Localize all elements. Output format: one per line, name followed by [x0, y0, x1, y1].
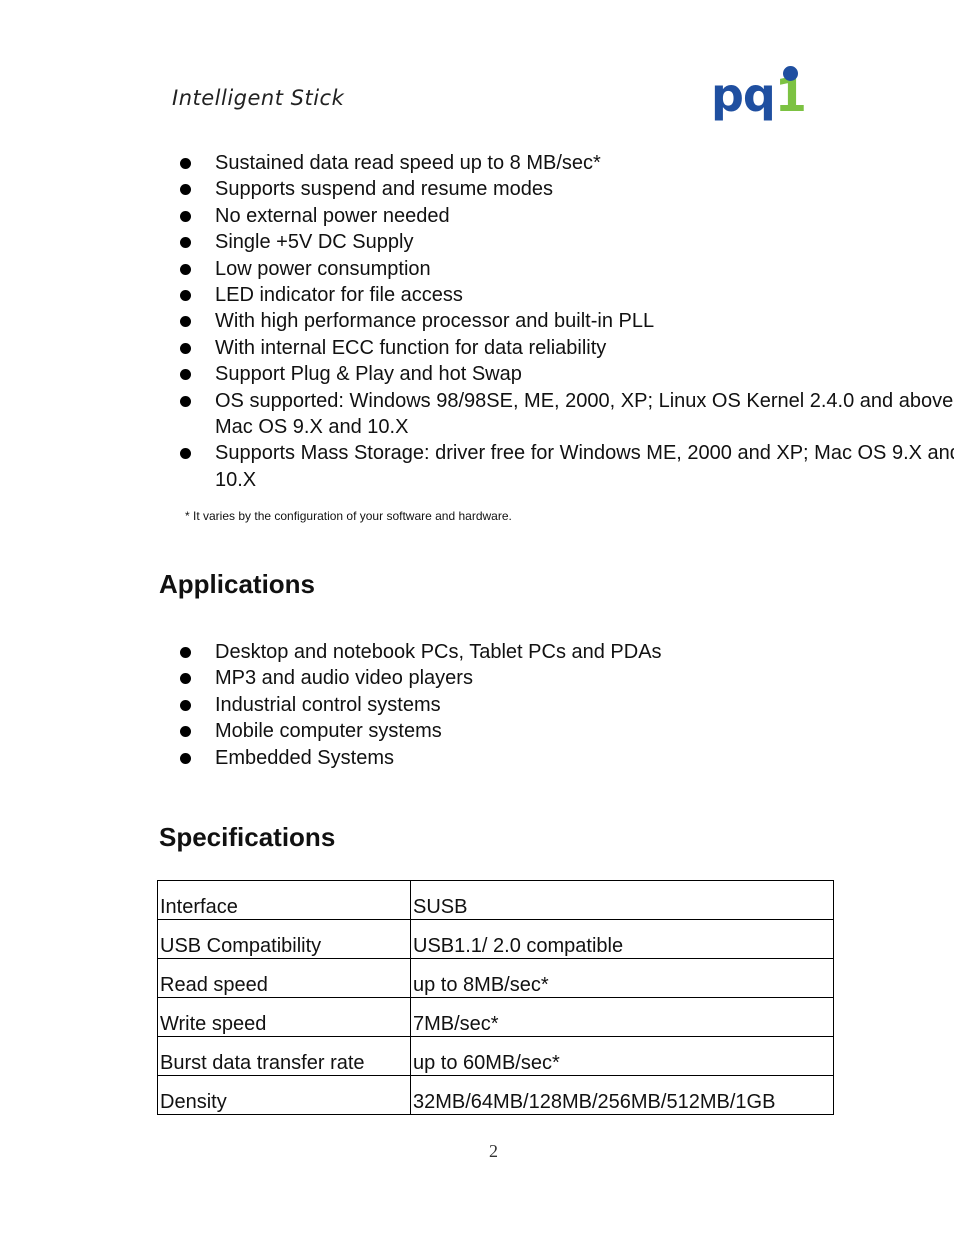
- application-item: Mobile computer systems: [0, 718, 662, 744]
- bullet-icon: [180, 395, 191, 407]
- spec-key: USB Compatibility: [157, 919, 411, 959]
- table-row: Write speed 7MB/sec*: [157, 997, 834, 1037]
- bullet-icon: [180, 263, 191, 275]
- footnote: * It varies by the configuration of your…: [185, 509, 512, 523]
- bullet-icon: [180, 699, 191, 711]
- spec-key: Read speed: [157, 958, 411, 998]
- feature-item: LED indicator for file access: [0, 282, 954, 308]
- spec-key: Burst data transfer rate: [157, 1036, 411, 1076]
- bullet-icon: [180, 369, 191, 381]
- spec-value: up to 60MB/sec*: [410, 1036, 834, 1076]
- feature-text: With high performance processor and buil…: [215, 310, 655, 333]
- feature-item: Single +5V DC Supply: [0, 229, 954, 255]
- bullet-icon: [180, 210, 191, 222]
- application-text: Desktop and notebook PCs, Tablet PCs and…: [215, 641, 662, 663]
- application-item: Desktop and notebook PCs, Tablet PCs and…: [0, 639, 662, 665]
- bullet-icon: [180, 316, 191, 328]
- table-row: Burst data transfer rate up to 60MB/sec*: [157, 1036, 834, 1076]
- feature-item: OS supported: Windows 98/98SE, ME, 2000,…: [0, 388, 954, 441]
- bullet-icon: [180, 448, 191, 460]
- spec-key: Write speed: [157, 997, 411, 1037]
- table-row: Interface SUSB: [157, 880, 834, 920]
- bullet-icon: [180, 342, 191, 354]
- applications-heading: Applications: [159, 569, 316, 599]
- features-list: Sustained data read speed up to 8 MB/sec…: [0, 150, 954, 493]
- bullet-icon: [180, 290, 191, 302]
- feature-text: LED indicator for file access: [215, 284, 463, 307]
- application-item: Embedded Systems: [0, 745, 662, 771]
- pqi-logo: pq1: [711, 66, 807, 124]
- applications-list: Desktop and notebook PCs, Tablet PCs and…: [0, 639, 662, 771]
- page-number: 2: [489, 1141, 498, 1161]
- spec-value: 7MB/sec*: [410, 997, 834, 1037]
- specifications-heading: Specifications: [159, 822, 336, 852]
- bullet-icon: [180, 726, 191, 738]
- application-text: Embedded Systems: [215, 746, 394, 769]
- feature-text: Supports suspend and resume modes: [215, 178, 553, 201]
- feature-item: Supports Mass Storage: driver free for W…: [0, 440, 954, 493]
- logo-dot-icon: [783, 66, 798, 81]
- application-text: Industrial control systems: [215, 693, 441, 716]
- bullet-icon: [180, 752, 191, 764]
- spec-value: SUSB: [410, 880, 834, 920]
- feature-item: Support Plug & Play and hot Swap: [0, 361, 954, 387]
- feature-text: No external power needed: [215, 204, 450, 227]
- feature-text: Single +5V DC Supply: [215, 231, 414, 254]
- spec-value: 32MB/64MB/128MB/256MB/512MB/1GB: [410, 1075, 834, 1115]
- logo-text-main: pq: [711, 68, 776, 122]
- feature-text: Sustained data read speed up to 8 MB/sec…: [215, 152, 601, 174]
- feature-item: With high performance processor and buil…: [0, 308, 954, 334]
- application-item: MP3 and audio video players: [0, 665, 662, 691]
- specifications-table: Interface SUSB USB Compatibility USB1.1/ 2…: [157, 880, 834, 1115]
- feature-item: With internal ECC function for data reli…: [0, 335, 954, 361]
- feature-text: Support Plug & Play and hot Swap: [215, 363, 522, 386]
- spec-value: USB1.1/ 2.0 compatible: [410, 919, 834, 959]
- bullet-icon: [180, 237, 191, 249]
- feature-item: Low power consumption: [0, 256, 954, 282]
- application-item: Industrial control systems: [0, 692, 662, 718]
- bullet-icon: [180, 673, 191, 685]
- feature-text: Low power consumption: [215, 257, 431, 280]
- table-row: Read speed up to 8MB/sec*: [157, 958, 834, 998]
- feature-item: Supports suspend and resume modes: [0, 176, 954, 202]
- spec-key: Interface: [157, 880, 411, 920]
- spec-value: up to 8MB/sec*: [410, 958, 834, 998]
- table-row: Density 32MB/64MB/128MB/256MB/512MB/1GB: [157, 1075, 834, 1115]
- feature-item: No external power needed: [0, 203, 954, 229]
- feature-text: Supports Mass Storage: driver free for W…: [215, 442, 954, 491]
- application-text: Mobile computer systems: [215, 720, 442, 743]
- bullet-icon: [180, 184, 191, 196]
- feature-text: With internal ECC function for data reli…: [215, 336, 607, 359]
- feature-item: Sustained data read speed up to 8 MB/sec…: [0, 150, 954, 176]
- table-row: USB Compatibility USB1.1/ 2.0 compatible: [157, 919, 834, 959]
- document-header-title: Intelligent Stick: [172, 86, 345, 110]
- bullet-icon: [180, 158, 191, 169]
- feature-text: OS supported: Windows 98/98SE, ME, 2000,…: [215, 389, 954, 439]
- application-text: MP3 and audio video players: [215, 667, 473, 690]
- spec-key: Density: [157, 1075, 411, 1115]
- bullet-icon: [180, 647, 191, 658]
